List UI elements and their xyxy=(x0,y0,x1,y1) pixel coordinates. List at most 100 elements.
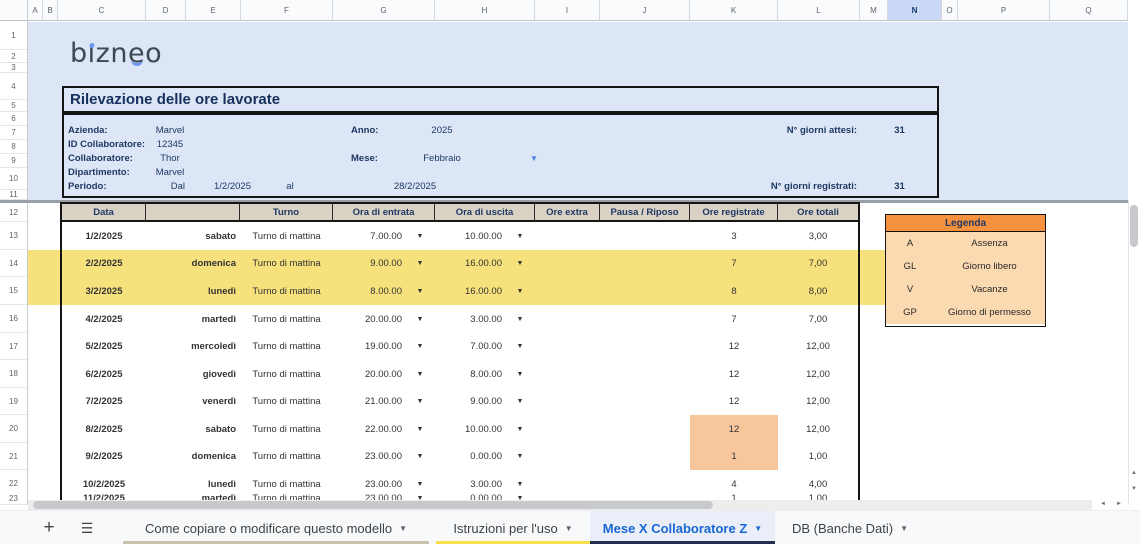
column-header-turno[interactable]: Turno xyxy=(240,204,333,220)
date-cell[interactable]: 8/2/2025 xyxy=(62,415,146,443)
time-out-cell[interactable]: 0.00.00 xyxy=(435,443,502,470)
time-in-dropdown-icon[interactable]: ▼ xyxy=(414,443,426,470)
shift-cell[interactable]: Turno di mattina xyxy=(240,443,333,470)
shift-cell[interactable]: Turno di mattina xyxy=(240,360,333,388)
hours-total-cell[interactable]: 12,00 xyxy=(778,415,858,443)
hours-registered-cell[interactable]: 12 xyxy=(690,360,778,388)
horizontal-scrollbar-thumb[interactable] xyxy=(33,501,713,509)
time-in-dropdown-icon[interactable]: ▼ xyxy=(414,277,426,305)
periodo-al-value-cell[interactable]: 28/2/2025 xyxy=(350,180,480,193)
day-cell[interactable]: domenica xyxy=(146,250,236,277)
time-in-cell[interactable]: 20.00.00 xyxy=(333,360,402,388)
column-letter-cell[interactable]: Q xyxy=(1050,0,1128,21)
row-number-cell[interactable]: 18 xyxy=(0,360,27,388)
column-header-ore-totali[interactable]: Ore totali xyxy=(778,204,858,220)
date-cell[interactable]: 9/2/2025 xyxy=(62,443,146,470)
column-header-pausa-riposo[interactable]: Pausa / Riposo xyxy=(600,204,690,220)
row-number-cell[interactable]: 14 xyxy=(0,250,27,277)
hours-total-cell[interactable]: 7,00 xyxy=(778,250,858,277)
time-in-dropdown-icon[interactable]: ▼ xyxy=(414,250,426,277)
azienda-value-cell[interactable]: Marvel xyxy=(140,124,200,137)
time-out-cell[interactable]: 8.00.00 xyxy=(435,360,502,388)
column-letter-cell[interactable]: P xyxy=(958,0,1050,21)
sheet-tab[interactable]: Mese X Collaboratore Z ▼ xyxy=(590,511,775,544)
shift-cell[interactable]: Turno di mattina xyxy=(240,333,333,360)
column-header-day[interactable] xyxy=(146,204,240,220)
hours-registered-cell[interactable]: 7 xyxy=(690,305,778,333)
column-letter-cell[interactable]: J xyxy=(600,0,690,21)
row-number-cell[interactable]: 23 xyxy=(0,492,27,505)
day-cell[interactable]: mercoledì xyxy=(146,333,236,360)
sheet-tab[interactable]: DB (Banche Dati) ▼ xyxy=(775,511,925,544)
all-sheets-menu-button[interactable]: ☰ xyxy=(72,511,102,544)
row-number-cell[interactable]: 13 xyxy=(0,222,27,250)
time-out-dropdown-icon[interactable]: ▼ xyxy=(514,360,526,388)
row-number-cell[interactable]: 3 xyxy=(0,63,27,73)
time-out-cell[interactable]: 16.00.00 xyxy=(435,277,502,305)
row-number-cell[interactable]: 5 xyxy=(0,100,27,112)
sheet-title-cell[interactable]: Rilevazione delle ore lavorate xyxy=(62,86,939,113)
hours-registered-cell[interactable]: 1 xyxy=(690,443,778,470)
mese-dropdown-icon[interactable]: ▼ xyxy=(530,152,538,165)
date-cell[interactable]: 5/2/2025 xyxy=(62,333,146,360)
date-cell[interactable]: 7/2/2025 xyxy=(62,388,146,415)
column-header-ore-extra[interactable]: Ore extra xyxy=(535,204,600,220)
row-number-cell[interactable]: 17 xyxy=(0,333,27,360)
time-in-cell[interactable]: 21.00.00 xyxy=(333,388,402,415)
hours-total-cell[interactable]: 12,00 xyxy=(778,388,858,415)
collaboratore-value-cell[interactable]: Thor xyxy=(140,152,200,165)
row-number-cell[interactable]: 10 xyxy=(0,168,27,190)
column-header-ora-uscita[interactable]: Ora di uscita xyxy=(435,204,535,220)
hours-registered-cell[interactable]: 3 xyxy=(690,222,778,250)
time-in-cell[interactable]: 9.00.00 xyxy=(333,250,402,277)
scroll-right-icon[interactable]: ► xyxy=(1112,498,1126,510)
hours-registered-cell[interactable]: 12 xyxy=(690,415,778,443)
column-letter-cell[interactable]: A xyxy=(28,0,43,21)
day-cell[interactable]: giovedì xyxy=(146,360,236,388)
time-out-cell[interactable]: 10.00.00 xyxy=(435,222,502,250)
day-cell[interactable]: domenica xyxy=(146,443,236,470)
time-out-dropdown-icon[interactable]: ▼ xyxy=(514,222,526,250)
time-out-cell[interactable]: 16.00.00 xyxy=(435,250,502,277)
time-out-dropdown-icon[interactable]: ▼ xyxy=(514,415,526,443)
row-number-cell[interactable]: 9 xyxy=(0,154,27,168)
time-in-cell[interactable]: 7.00.00 xyxy=(333,222,402,250)
column-letter-cell[interactable]: G xyxy=(333,0,435,21)
date-cell[interactable]: 3/2/2025 xyxy=(62,277,146,305)
time-out-cell[interactable]: 3.00.00 xyxy=(435,305,502,333)
column-letter-cell[interactable]: E xyxy=(186,0,241,21)
hours-registered-cell[interactable]: 12 xyxy=(690,333,778,360)
hours-total-cell[interactable]: 3,00 xyxy=(778,222,858,250)
row-number-cell[interactable]: 11 xyxy=(0,190,27,200)
giorni-attesi-value-cell[interactable]: 31 xyxy=(872,124,927,137)
column-letter-cell[interactable]: O xyxy=(942,0,958,21)
column-letter-cell[interactable]: H xyxy=(435,0,535,21)
column-letter-cell[interactable]: M xyxy=(860,0,888,21)
shift-cell[interactable]: Turno di mattina xyxy=(240,277,333,305)
scroll-down-icon[interactable]: ▼ xyxy=(1128,482,1140,496)
time-in-cell[interactable]: 23.00.00 xyxy=(333,443,402,470)
time-out-dropdown-icon[interactable]: ▼ xyxy=(514,250,526,277)
date-cell[interactable]: 6/2/2025 xyxy=(62,360,146,388)
time-in-dropdown-icon[interactable]: ▼ xyxy=(414,360,426,388)
sheet-tab[interactable]: Come copiare o modificare questo modello… xyxy=(123,511,429,544)
row-number-cell[interactable]: 21 xyxy=(0,443,27,470)
row-number-cell[interactable]: 19 xyxy=(0,388,27,415)
column-letter-cell[interactable]: B xyxy=(43,0,58,21)
shift-cell[interactable]: Turno di mattina xyxy=(240,415,333,443)
grid-corner-cell[interactable] xyxy=(0,0,28,21)
time-in-dropdown-icon[interactable]: ▼ xyxy=(414,415,426,443)
shift-cell[interactable]: Turno di mattina xyxy=(240,250,333,277)
row-number-cell[interactable]: 16 xyxy=(0,305,27,333)
scroll-up-icon[interactable]: ▲ xyxy=(1128,466,1140,480)
time-in-cell[interactable]: 22.00.00 xyxy=(333,415,402,443)
hours-registered-cell[interactable]: 7 xyxy=(690,250,778,277)
column-letter-cell[interactable]: F xyxy=(241,0,333,21)
time-in-dropdown-icon[interactable]: ▼ xyxy=(414,388,426,415)
dipartimento-value-cell[interactable]: Marvel xyxy=(140,166,200,179)
hours-total-cell[interactable]: 1,00 xyxy=(778,443,858,470)
row-number-cell[interactable]: 15 xyxy=(0,277,27,305)
column-header-ore-registrate[interactable]: Ore registrate xyxy=(690,204,778,220)
time-out-dropdown-icon[interactable]: ▼ xyxy=(514,443,526,470)
time-in-dropdown-icon[interactable]: ▼ xyxy=(414,333,426,360)
